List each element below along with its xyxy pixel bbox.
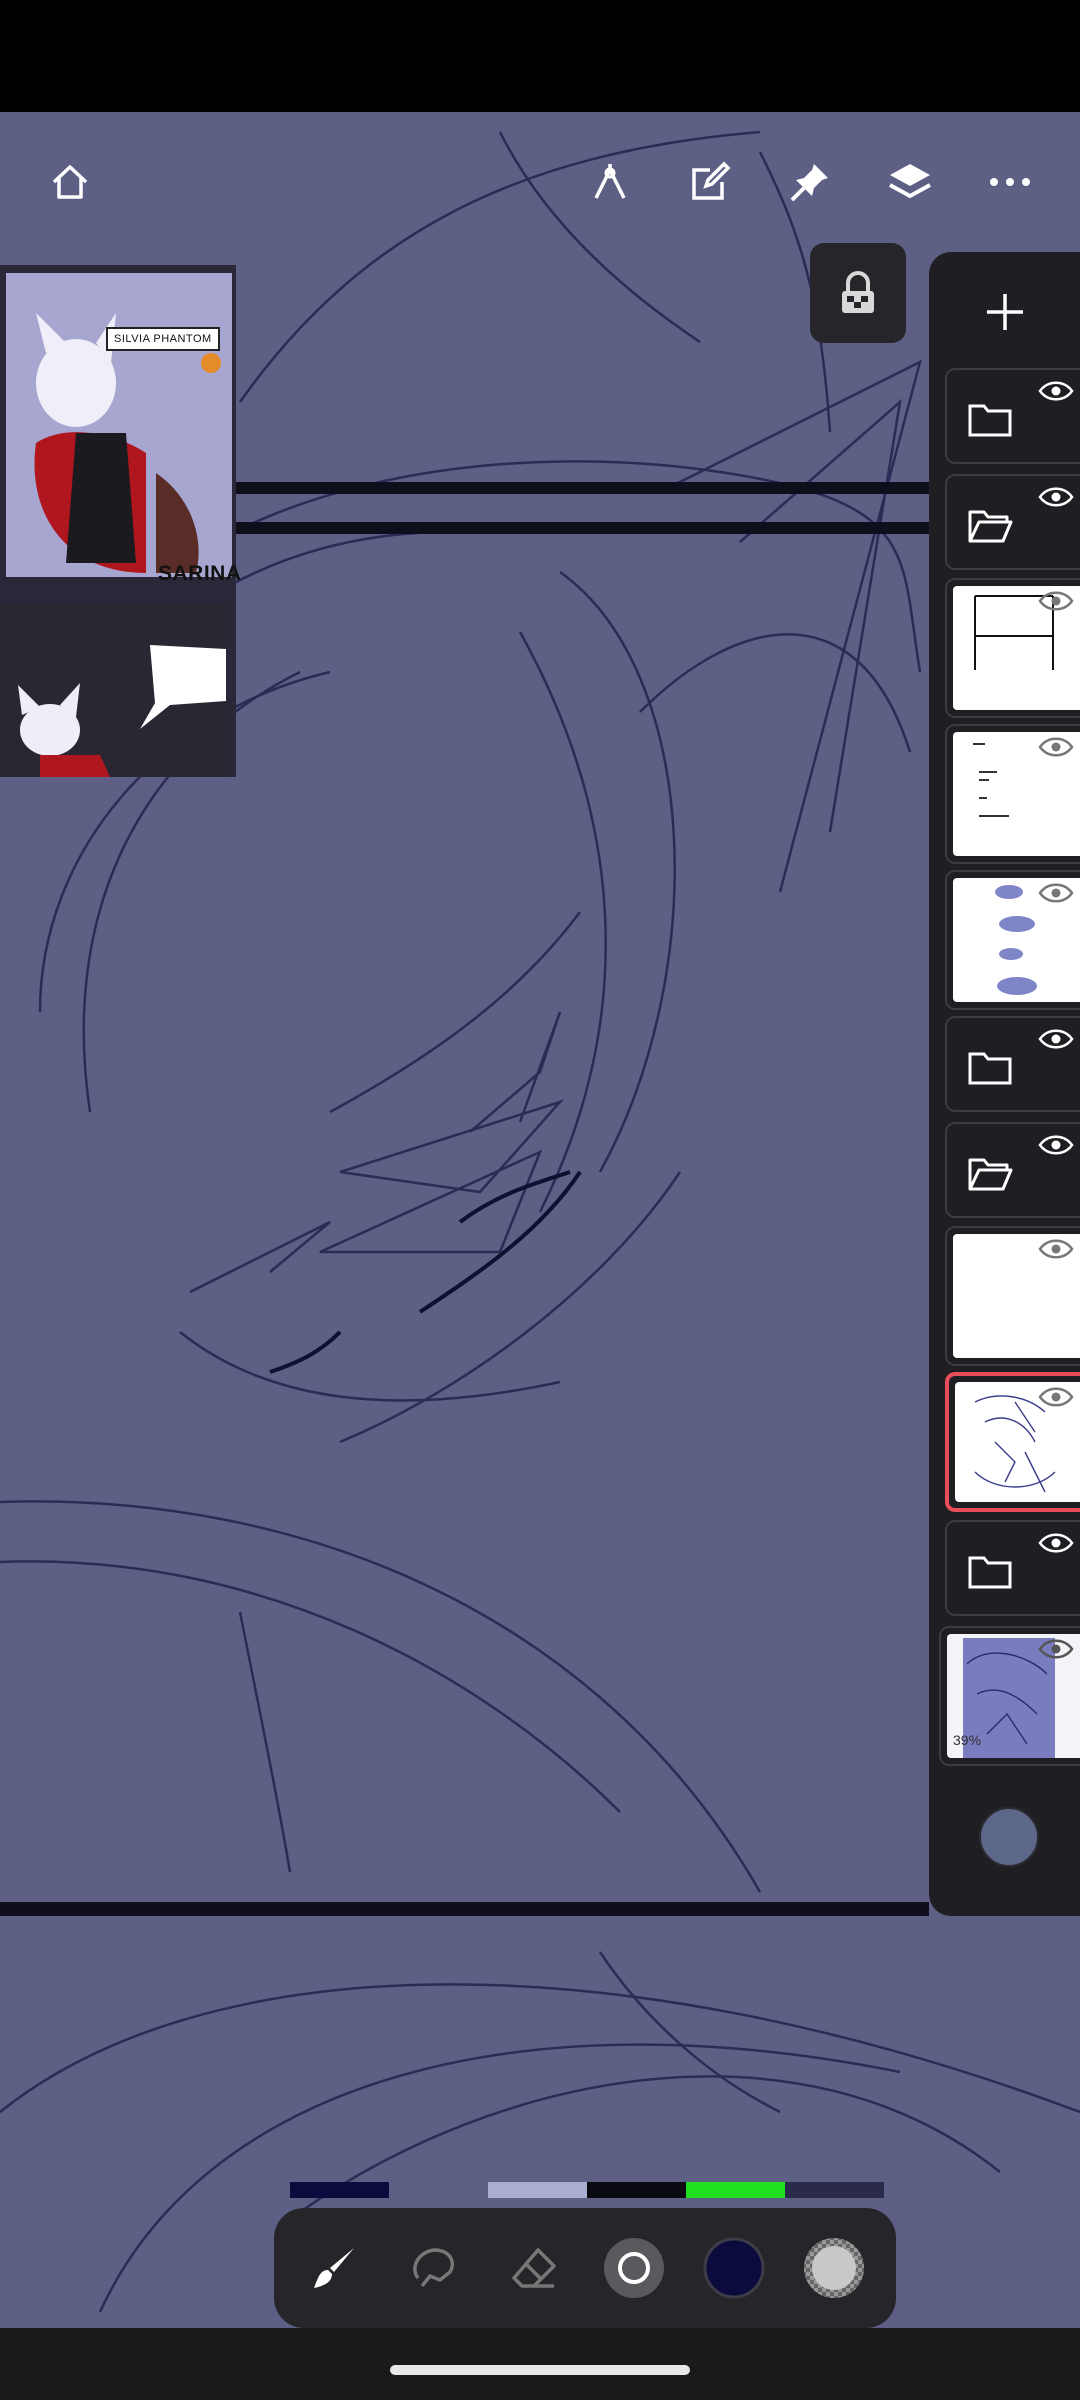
plus-icon[interactable] [983, 290, 1027, 334]
layer-folder-3[interactable] [945, 1016, 1080, 1112]
layer-background[interactable]: 39% [939, 1626, 1080, 1766]
reference-panel-bottom [0, 605, 226, 777]
reference-caption: SILVIA PHANTOM [106, 327, 220, 351]
palette-swatch[interactable] [587, 2182, 686, 2198]
folder-open-icon [968, 510, 1013, 543]
layer-opacity-label: 39% [953, 1732, 982, 1748]
layer-sketch-selected[interactable] [945, 1372, 1080, 1512]
palette-swatch[interactable] [290, 2182, 389, 2198]
palette-swatch[interactable] [785, 2182, 884, 2198]
palette-swatch[interactable] [488, 2182, 587, 2198]
palette-swatch[interactable] [389, 2182, 488, 2198]
brush-icon [314, 2248, 354, 2288]
pin-button[interactable] [774, 146, 846, 218]
eye-icon[interactable] [1038, 1386, 1074, 1408]
system-navigation-bar [0, 2328, 1080, 2400]
current-color-swatch [703, 2237, 765, 2299]
eye-icon[interactable] [1038, 1638, 1074, 1660]
ruler-icon [594, 164, 626, 199]
home-indicator[interactable] [390, 2365, 690, 2375]
brush-size-button[interactable] [594, 2228, 674, 2308]
layer-blank[interactable] [945, 1226, 1080, 1366]
lasso-icon [413, 2248, 455, 2288]
layer-panel-frame[interactable] [945, 578, 1080, 718]
character-illustration [34, 313, 221, 573]
reference-image[interactable]: SILVIA PHANTOM [0, 265, 236, 777]
eye-icon[interactable] [1038, 1028, 1074, 1050]
layer-speech-bubbles[interactable] [945, 870, 1080, 1010]
more-button[interactable] [974, 146, 1046, 218]
layer-text[interactable] [945, 724, 1080, 864]
folder-icon [968, 404, 1012, 437]
eye-icon[interactable] [1038, 590, 1074, 612]
edit-icon [692, 161, 731, 200]
pin-icon [790, 164, 828, 202]
reference-caption-bubble: SARINA [158, 562, 242, 585]
drawing-canvas[interactable]: SILVIA PHANTOM SARINA [0, 112, 1080, 2328]
layers-button[interactable] [874, 146, 946, 218]
edit-button[interactable] [674, 146, 746, 218]
lock-button[interactable] [810, 243, 906, 343]
layer-folder-1[interactable] [945, 368, 1080, 464]
bottom-toolbar [274, 2208, 896, 2328]
opacity-icon [804, 2238, 864, 2298]
eye-icon[interactable] [1038, 882, 1074, 904]
eye-icon[interactable] [1038, 736, 1074, 758]
eye-icon[interactable] [1038, 486, 1074, 508]
ruler-button[interactable] [574, 146, 646, 218]
layers-icon [889, 164, 931, 199]
home-button[interactable] [34, 146, 106, 218]
character-head-illustration [18, 645, 226, 777]
layers-panel: 39% [929, 252, 1080, 1916]
eye-icon[interactable] [1038, 1532, 1074, 1554]
home-icon [52, 165, 88, 199]
layer-folder-2[interactable] [945, 474, 1080, 570]
folder-open-icon [968, 1158, 1013, 1191]
layer-folder-4[interactable] [945, 1122, 1080, 1218]
folder-icon [968, 1556, 1012, 1589]
layer-color-button[interactable] [979, 1807, 1039, 1867]
eraser-icon [512, 2248, 556, 2288]
folder-icon [968, 1052, 1012, 1085]
eye-icon[interactable] [1038, 1134, 1074, 1156]
layer-folder-5[interactable] [945, 1520, 1080, 1616]
palette-swatch[interactable] [686, 2182, 785, 2198]
eye-icon[interactable] [1038, 1238, 1074, 1260]
brush-size-icon [604, 2238, 664, 2298]
eye-icon[interactable] [1038, 380, 1074, 402]
panel-border-bottom [0, 1902, 929, 1916]
opacity-button[interactable] [794, 2228, 874, 2308]
brush-button[interactable] [294, 2228, 374, 2308]
reference-panel-top [6, 273, 232, 577]
more-icon [990, 178, 1030, 186]
eraser-button[interactable] [494, 2228, 574, 2308]
color-palette-strip[interactable] [290, 2182, 884, 2198]
lock-icon [842, 271, 874, 313]
color-button[interactable] [694, 2228, 774, 2308]
lasso-button[interactable] [394, 2228, 474, 2308]
